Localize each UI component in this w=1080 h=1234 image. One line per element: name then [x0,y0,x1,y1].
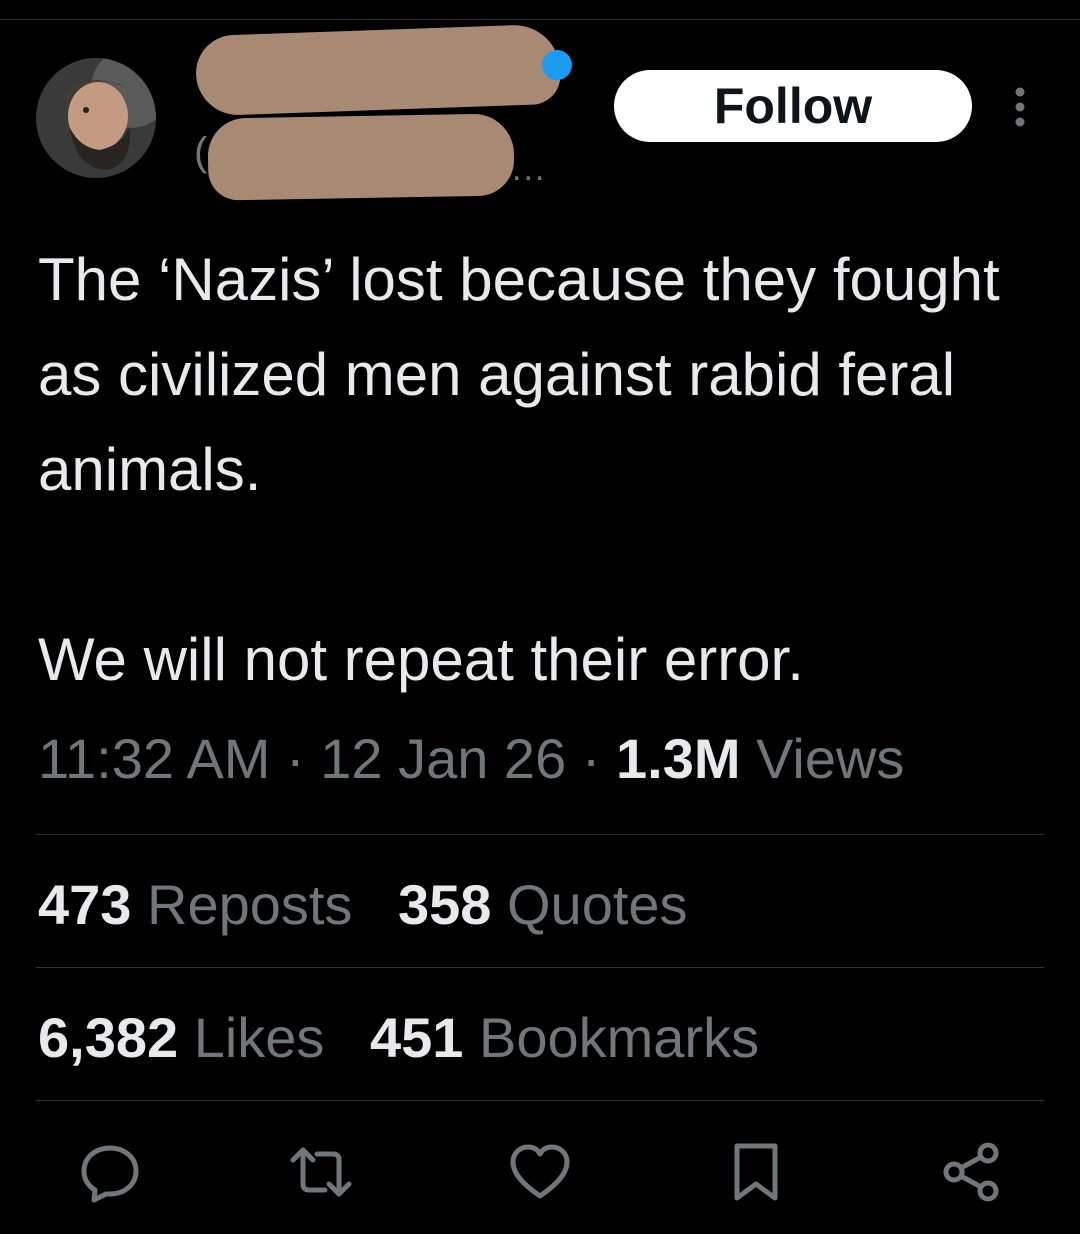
reposts-count: 473 [38,873,132,936]
avatar[interactable] [36,58,156,178]
views-label: Views [756,727,905,790]
divider [36,967,1044,968]
bookmarks-label: Bookmarks [479,1006,760,1069]
handle-ellipsis: ... [512,150,547,188]
quotes-stat[interactable]: 358 Quotes [398,870,688,940]
likes-stat[interactable]: 6,382 Likes [38,1003,324,1073]
like-icon[interactable] [508,1140,572,1204]
repost-icon[interactable] [289,1140,353,1204]
divider [36,834,1044,835]
stats-row-1: 473 Reposts 358 Quotes [38,870,718,940]
tweet-paragraph-2: We will not repeat their error. [38,626,804,693]
follow-button[interactable]: Follow [614,70,972,142]
likes-label: Likes [193,1006,325,1069]
quotes-count: 358 [398,873,492,936]
more-options-icon[interactable] [1008,86,1032,128]
tweet-meta: 11:32 AM · 12 Jan 26 · 1.3M Views [38,724,904,794]
avatar-image [36,58,156,178]
verified-badge-icon [542,50,572,80]
divider [36,1100,1044,1101]
redacted-handle [207,113,515,201]
quotes-label: Quotes [507,873,688,936]
tweet-text: The ‘Nazis’ lost because they fought as … [38,232,1058,707]
likes-count: 6,382 [38,1006,179,1069]
handle-partial: ( [194,130,208,174]
bookmarks-stat[interactable]: 451 Bookmarks [370,1003,759,1073]
top-divider [0,19,1080,20]
stats-row-2: 6,382 Likes 451 Bookmarks [38,1003,789,1073]
reply-icon[interactable] [78,1140,142,1204]
tweet-date[interactable]: 12 Jan 26 [320,727,566,790]
reposts-stat[interactable]: 473 Reposts [38,870,352,940]
bookmark-icon[interactable] [724,1140,788,1204]
action-bar [0,1140,1080,1210]
reposts-label: Reposts [147,873,353,936]
share-icon[interactable] [940,1140,1004,1204]
meta-separator: · [286,727,305,790]
views-count: 1.3M [616,727,741,790]
redacted-display-name [194,23,562,117]
tweet-paragraph-1: The ‘Nazis’ lost because they fought as … [38,246,1000,503]
meta-separator: · [581,727,601,790]
tweet-time[interactable]: 11:32 AM [38,727,270,790]
bookmarks-count: 451 [370,1006,464,1069]
